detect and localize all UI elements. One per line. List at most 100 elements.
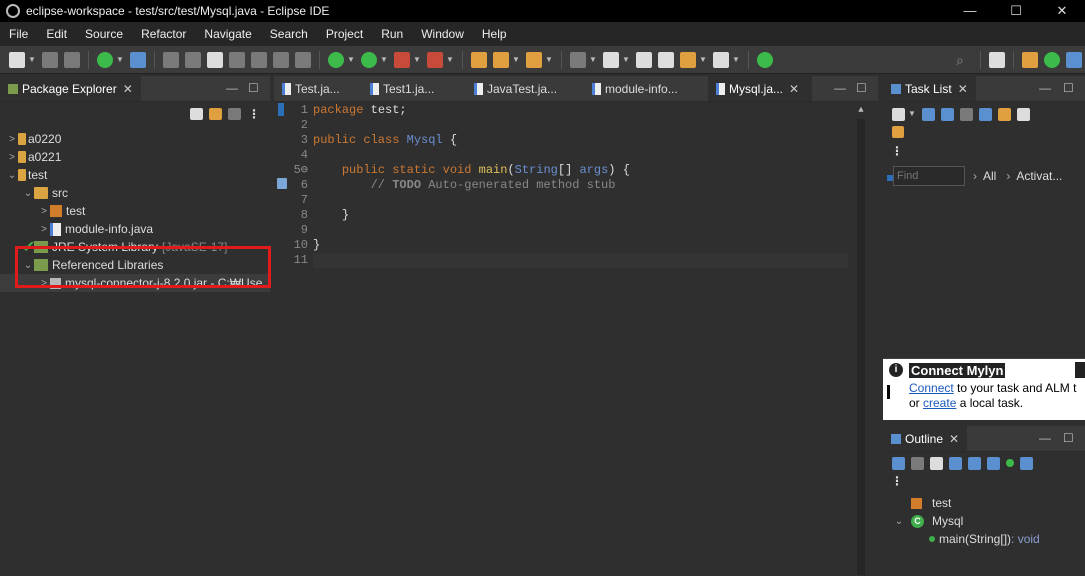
code-editor[interactable]: 1 2 3 4 5⊖ 6 7 8 9 10 11 package test; p… (274, 103, 878, 576)
word-wrap-icon[interactable] (273, 51, 289, 68)
scrollbar-track[interactable] (857, 119, 865, 575)
focus-icon[interactable] (1006, 459, 1014, 467)
annotation-dropdown-icon[interactable]: ▼ (589, 52, 597, 68)
menu-project[interactable]: Project (317, 22, 372, 46)
java-perspective-icon[interactable] (1066, 51, 1082, 68)
next-edit-icon[interactable] (658, 51, 674, 68)
tab-package-explorer[interactable]: Package Explorer ✕ (0, 76, 141, 101)
open-task-icon[interactable] (493, 51, 509, 68)
maximize-button[interactable]: ☐ (993, 0, 1039, 22)
hide-local-types-icon[interactable] (968, 456, 981, 470)
filter-all-link[interactable]: All (983, 169, 996, 183)
close-icon[interactable]: ✕ (958, 82, 968, 96)
filter-icon[interactable] (228, 108, 241, 120)
close-button[interactable]: ✕ (1039, 0, 1085, 22)
menu-file[interactable]: File (0, 22, 37, 46)
filter-activate-link[interactable]: Activat... (1016, 169, 1062, 183)
pin-dropdown-icon[interactable]: ▼ (622, 52, 630, 68)
save-all-icon[interactable] (64, 51, 80, 68)
hide-static-icon[interactable] (930, 456, 943, 470)
new-icon[interactable] (9, 51, 25, 68)
chevron-down-icon[interactable]: ⌄ (893, 516, 905, 527)
view-menu-icon[interactable]: ⋮ (248, 107, 260, 121)
menu-refactor[interactable]: Refactor (132, 22, 195, 46)
chevron-right-icon[interactable]: > (6, 152, 18, 163)
tree-item-a0220[interactable]: > a0220 (0, 130, 270, 148)
external-tools-dropdown-icon[interactable]: ▼ (446, 52, 454, 68)
run-icon[interactable] (361, 51, 377, 68)
debug-icon[interactable] (328, 51, 344, 68)
link-editor-icon[interactable] (987, 456, 1000, 470)
tree-item-test-package[interactable]: > test (0, 202, 270, 220)
toggle-mark-occurrences-icon[interactable] (185, 51, 201, 68)
code-text[interactable]: package test; public class Mysql { publi… (313, 103, 848, 268)
collapse-icon[interactable] (1020, 456, 1033, 470)
outline-item-method[interactable]: main(String[]) : void (883, 530, 1085, 548)
terminal-icon[interactable] (130, 51, 146, 68)
skip-breakpoints-icon[interactable] (163, 51, 179, 68)
forward-dropdown-icon[interactable]: ▼ (732, 52, 740, 68)
menu-edit[interactable]: Edit (37, 22, 76, 46)
tab-javatest-java[interactable]: JavaTest.ja... (466, 76, 584, 101)
open-type-icon[interactable] (471, 51, 487, 68)
outline-item-class[interactable]: ⌄ C Mysql (883, 512, 1085, 530)
minimize-view-icon[interactable]: — (1039, 431, 1051, 445)
view-menu-icon[interactable]: ⋮ (883, 474, 1085, 492)
maximize-view-icon[interactable]: ☐ (856, 81, 867, 95)
back-dropdown-icon[interactable]: ▼ (699, 52, 707, 68)
chevron-down-icon[interactable]: ⌄ (6, 170, 18, 181)
close-icon[interactable]: ✕ (123, 82, 133, 96)
run-dropdown-icon[interactable]: ▼ (380, 52, 388, 68)
breadcrumb-icon[interactable] (229, 51, 245, 68)
close-icon[interactable]: ✕ (789, 82, 799, 96)
maximize-view-icon[interactable]: ☐ (1063, 81, 1074, 95)
minimize-view-icon[interactable]: — (834, 81, 846, 95)
show-whitespace-icon[interactable] (295, 51, 311, 68)
expand-all-icon[interactable] (998, 107, 1011, 121)
block-selection-icon[interactable] (251, 51, 267, 68)
hide-completed-icon[interactable] (979, 107, 992, 121)
fold-icon[interactable]: ⊖ (301, 163, 308, 177)
open-perspective-icon[interactable] (989, 51, 1005, 68)
search-icon[interactable]: ⌕ (956, 52, 972, 68)
coverage-icon[interactable] (394, 51, 410, 68)
maximize-view-icon[interactable]: ☐ (1063, 431, 1074, 445)
focus-icon[interactable] (960, 107, 973, 121)
chevron-down-icon[interactable]: ⌄ (22, 188, 34, 199)
coverage-dropdown-icon[interactable]: ▼ (413, 52, 421, 68)
annotation-icon[interactable] (570, 51, 586, 68)
scroll-up-icon[interactable]: ▲ (856, 105, 866, 115)
project-dropdown-icon[interactable]: ▼ (116, 52, 124, 68)
save-icon[interactable] (42, 51, 58, 68)
tree-item-test-project[interactable]: ⌄ test (0, 166, 270, 184)
link-with-editor-icon[interactable] (209, 108, 222, 120)
search-dropdown-icon[interactable]: ▼ (545, 52, 553, 68)
create-link[interactable]: create (923, 396, 956, 410)
sync-icon[interactable] (892, 126, 904, 138)
hide-nonpublic-icon[interactable] (949, 456, 962, 470)
find-input[interactable] (893, 166, 965, 186)
task-dropdown-icon[interactable]: ▼ (512, 52, 520, 68)
debug-perspective-icon[interactable] (1044, 51, 1060, 68)
new-task-icon[interactable] (892, 107, 905, 121)
menu-help[interactable]: Help (473, 22, 516, 46)
connect-link[interactable]: Connect (909, 381, 954, 395)
tab-module-info[interactable]: module-info... (584, 76, 708, 101)
sort-icon[interactable] (892, 456, 905, 470)
maximize-view-icon[interactable]: ☐ (248, 81, 259, 95)
menu-window[interactable]: Window (412, 22, 473, 46)
collapse-all-icon[interactable] (1017, 107, 1030, 121)
categorized-icon[interactable] (922, 107, 935, 121)
menu-navigate[interactable]: Navigate (195, 22, 260, 46)
tree-item-a0221[interactable]: > a0221 (0, 148, 270, 166)
debug-dropdown-icon[interactable]: ▼ (347, 52, 355, 68)
view-menu-icon[interactable]: ⋮ (883, 144, 1085, 162)
external-tools-icon[interactable] (427, 51, 443, 68)
scheduled-icon[interactable] (941, 107, 954, 121)
outline-item-package[interactable]: test (883, 494, 1085, 512)
forward-icon[interactable] (713, 51, 729, 68)
minimize-button[interactable]: — (947, 0, 993, 22)
close-icon[interactable]: ✕ (949, 432, 959, 446)
tree-item-module-info[interactable]: > module-info.java (0, 220, 270, 238)
tab-test-java[interactable]: Test.ja... (274, 76, 362, 101)
